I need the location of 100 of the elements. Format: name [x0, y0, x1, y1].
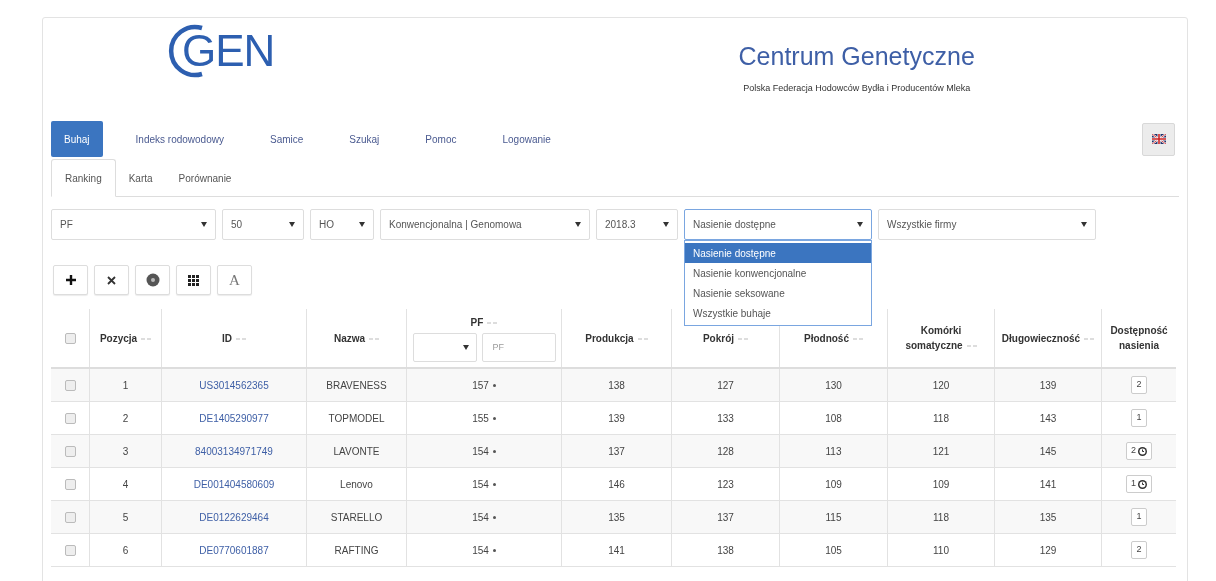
- table-cell-text: TOPMODEL: [328, 411, 385, 426]
- plus-icon: [64, 274, 77, 286]
- toolbar-button[interactable]: [176, 265, 211, 295]
- operator-select[interactable]: [412, 332, 477, 362]
- filter-select[interactable]: Nasienie dostępne: [684, 209, 872, 240]
- close-icon: [107, 275, 116, 285]
- table-cell-text: 154: [472, 543, 489, 558]
- table-cell-text: 6: [122, 543, 129, 558]
- checkbox[interactable]: [64, 412, 76, 424]
- table-cell-text: 108: [825, 411, 842, 426]
- table-cell-text: 128: [717, 444, 734, 459]
- toolbar-button[interactable]: [53, 265, 88, 295]
- column-header[interactable]: Pokrój: [702, 330, 749, 346]
- clock-icon: [1138, 479, 1147, 489]
- bull-id-link[interactable]: DE1405290977: [199, 410, 269, 426]
- table-cell-text: 105: [825, 543, 842, 558]
- nav-link[interactable]: Logowanie: [489, 121, 564, 157]
- table-cell-text: 145: [1039, 444, 1057, 459]
- tab[interactable]: Ranking: [51, 159, 116, 197]
- column-header[interactable]: PF: [470, 314, 498, 330]
- filter-select[interactable]: PF: [51, 209, 216, 240]
- caret-icon: [359, 222, 365, 227]
- bull-id-link[interactable]: 84003134971749: [195, 443, 273, 459]
- checkbox[interactable]: [64, 445, 76, 457]
- nav-link[interactable]: Szukaj: [336, 121, 393, 157]
- table-cell-text: Lenovo: [340, 477, 373, 492]
- sort-icon[interactable]: [738, 336, 749, 341]
- column-header[interactable]: Nazwa: [333, 330, 380, 346]
- table-cell-text: 120: [932, 378, 950, 393]
- column-header[interactable]: ID: [222, 330, 246, 346]
- checkbox[interactable]: [64, 478, 76, 490]
- table-cell-text: 155: [472, 411, 489, 426]
- availability-badge[interactable]: 2: [1131, 541, 1147, 559]
- column-header[interactable]: Długowieczność: [1001, 330, 1095, 346]
- logo[interactable]: GEN: [166, 20, 275, 82]
- caret-icon: [663, 222, 669, 227]
- filter-select[interactable]: HO: [310, 209, 374, 240]
- nav-link[interactable]: Buhaj: [51, 121, 103, 157]
- table-cell-text: 135: [1039, 510, 1057, 525]
- filter-select[interactable]: 50: [222, 209, 304, 240]
- toolbar-button[interactable]: [135, 265, 170, 295]
- table-cell-text: 141: [608, 543, 625, 558]
- column-header[interactable]: Pozycja: [99, 330, 152, 346]
- bull-id-link[interactable]: DE001404580609: [193, 476, 275, 492]
- dropdown-option[interactable]: Wszystkie buhaje: [685, 303, 871, 323]
- availability-badge[interactable]: 1: [1131, 409, 1147, 427]
- table-cell-text: 3: [122, 444, 129, 459]
- availability-badge[interactable]: 2: [1126, 442, 1152, 460]
- tab[interactable]: Porównanie: [165, 159, 245, 197]
- checkbox[interactable]: [64, 332, 76, 344]
- table-cell-text: 115: [825, 510, 842, 525]
- filter-select[interactable]: 2018.3: [596, 209, 678, 240]
- checkbox[interactable]: [64, 544, 76, 556]
- table-cell-text: BRAVENESS: [326, 378, 387, 393]
- clock-icon: [1138, 446, 1147, 456]
- dropdown-option[interactable]: Nasienie dostępne: [685, 243, 871, 263]
- caret-icon: [575, 222, 581, 227]
- sort-icon[interactable]: [487, 320, 498, 325]
- table-cell-text: 118: [933, 411, 949, 426]
- caret-icon: [462, 344, 469, 350]
- nav-link[interactable]: Samice: [256, 121, 317, 157]
- font-button[interactable]: A: [217, 265, 252, 295]
- filter-select[interactable]: Konwencjonalna | Genomowa: [380, 209, 590, 240]
- sort-icon[interactable]: [637, 336, 648, 341]
- bull-id-link[interactable]: DE0770601887: [199, 542, 269, 558]
- caret-icon: [201, 222, 207, 227]
- table-cell-text: 109: [825, 477, 842, 492]
- column-header[interactable]: Płodność: [804, 330, 863, 346]
- availability-badge[interactable]: 1: [1131, 508, 1147, 526]
- table-cell-text: 143: [1039, 411, 1057, 426]
- sort-icon[interactable]: [966, 344, 977, 349]
- table-cell-text: 137: [608, 444, 625, 459]
- caret-icon: [857, 222, 863, 227]
- dropdown-option[interactable]: Nasienie seksowane: [685, 283, 871, 303]
- dropdown-option[interactable]: Nasienie konwencjonalne: [685, 263, 871, 283]
- pf-filter-field[interactable]: PF: [481, 332, 556, 362]
- sort-icon[interactable]: [141, 336, 152, 341]
- tab[interactable]: Karta: [115, 159, 166, 197]
- column-header[interactable]: Produkcja: [585, 330, 648, 346]
- checkbox[interactable]: [64, 511, 76, 523]
- availability-badge[interactable]: 1: [1126, 475, 1152, 493]
- sort-icon[interactable]: [369, 336, 380, 341]
- sort-icon[interactable]: [1084, 336, 1095, 341]
- language-button[interactable]: [1142, 122, 1175, 156]
- availability-badge[interactable]: 2: [1131, 376, 1147, 394]
- toolbar-button[interactable]: [94, 265, 129, 295]
- site-subtitle: Polska Federacja Hodowców Bydła i Producentów Mleka: [743, 82, 971, 95]
- nav-link[interactable]: Pomoc: [412, 121, 470, 157]
- column-header[interactable]: Komórki somatyczne: [891, 323, 991, 353]
- checkbox[interactable]: [64, 379, 76, 391]
- table-cell-text: 138: [717, 543, 734, 558]
- nav-link[interactable]: Indeks rodowodowy: [122, 121, 237, 157]
- sort-icon[interactable]: [236, 336, 246, 341]
- bull-id-link[interactable]: US3014562365: [199, 377, 269, 393]
- table-cell-text: 154: [472, 510, 489, 525]
- table-cell-text: 129: [1039, 543, 1057, 558]
- filter-select[interactable]: Wszystkie firmy: [878, 209, 1096, 240]
- bull-id-link[interactable]: DE0122629464: [199, 509, 269, 525]
- table-cell-text: STARELLO: [330, 510, 383, 525]
- sort-icon[interactable]: [853, 336, 863, 341]
